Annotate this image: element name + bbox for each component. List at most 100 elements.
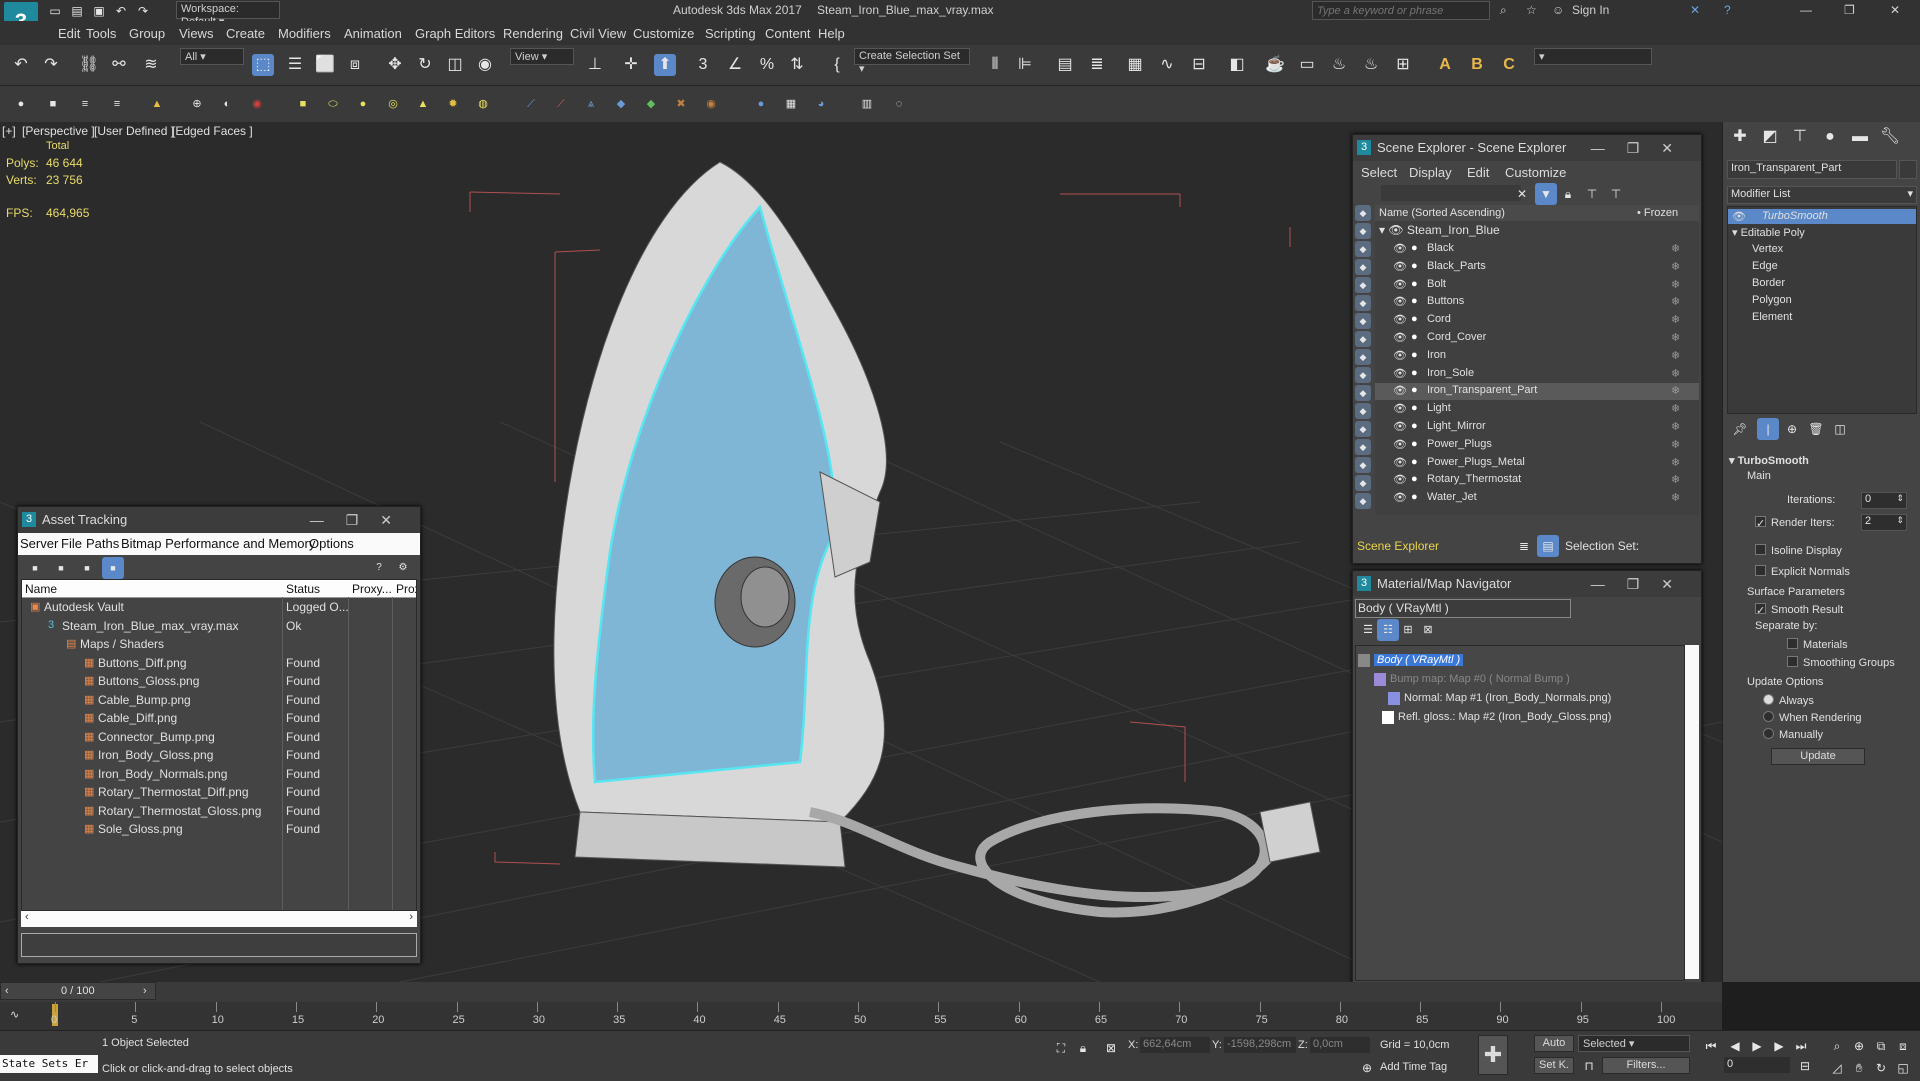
sign-in-link[interactable]: Sign In bbox=[1572, 3, 1609, 17]
eye-icon[interactable]: 👁︎ bbox=[1393, 349, 1407, 362]
x-exchange-icon[interactable]: ✕ bbox=[1690, 3, 1700, 17]
column-prox[interactable]: Prox bbox=[396, 582, 416, 596]
tool-icon-3[interactable]: ≡ bbox=[74, 93, 96, 115]
next-frame-icon[interactable]: › bbox=[143, 985, 147, 997]
stack-item-polygon[interactable]: Polygon bbox=[1752, 294, 1792, 306]
material-tree-scrollbar[interactable] bbox=[1685, 645, 1699, 979]
remove-modifier-icon[interactable]: 🗑︎ bbox=[1805, 418, 1827, 440]
eye-icon[interactable]: 👁︎ bbox=[1393, 278, 1407, 291]
explorer-filter-icon[interactable]: ◆ bbox=[1355, 223, 1371, 239]
key-filter-combo[interactable]: Selected ▾ bbox=[1578, 1035, 1690, 1052]
snaps-toggle-icon[interactable]: 3 bbox=[692, 54, 714, 76]
schematic-view-icon[interactable]: ⊟ bbox=[1188, 54, 1210, 76]
explorer-filter-icon[interactable]: ◆ bbox=[1355, 385, 1371, 401]
time-slider[interactable]: ‹ 0 / 100 › bbox=[0, 982, 156, 1000]
select-object-icon[interactable]: ⬚ bbox=[252, 54, 274, 76]
rendered-frame-icon[interactable]: ▭ bbox=[1296, 54, 1318, 76]
scene-item[interactable]: 👁︎ ● Power_Plugs ❄ bbox=[1375, 437, 1699, 454]
menu-file[interactable]: File bbox=[61, 536, 82, 551]
viewport-label-shading[interactable]: [User Defined ] bbox=[94, 124, 174, 138]
scene-item[interactable]: 👁︎ ● Black_Parts ❄ bbox=[1375, 259, 1699, 276]
object-color-swatch[interactable] bbox=[1899, 160, 1917, 179]
render-grid-icon[interactable]: ⊞ bbox=[1392, 54, 1414, 76]
eye-icon[interactable]: 👁︎ bbox=[1393, 456, 1407, 469]
eye-icon[interactable]: 👁︎ bbox=[1393, 260, 1407, 273]
render-iters-spinner[interactable]: 2 ⇕ bbox=[1861, 514, 1907, 531]
table-row[interactable]: ▣ Autodesk Vault Logged O... bbox=[22, 599, 416, 617]
freeze-icon[interactable]: ❄ bbox=[1671, 260, 1680, 273]
material-tree-item[interactable]: Refl. gloss.: Map #2 (Iron_Body_Gloss.pn… bbox=[1356, 709, 1684, 727]
filters-button[interactable]: Filters... bbox=[1602, 1057, 1690, 1074]
explorer-filter-icon[interactable]: ◆ bbox=[1355, 475, 1371, 491]
edit-named-selection-icon[interactable]: { bbox=[826, 54, 848, 76]
scene-item[interactable]: 👁︎ ● Light_Mirror ❄ bbox=[1375, 419, 1699, 436]
add-time-tag[interactable]: Add Time Tag bbox=[1380, 1061, 1447, 1073]
orbit-icon[interactable]: ↻ bbox=[1870, 1057, 1892, 1079]
menu-tools[interactable]: Tools bbox=[86, 26, 116, 41]
hierarchy-tab-icon[interactable]: ⊤ bbox=[1789, 126, 1811, 148]
fov-icon[interactable]: ◿ bbox=[1826, 1057, 1848, 1079]
select-by-name-icon[interactable]: ☰ bbox=[284, 54, 306, 76]
text-b-icon[interactable]: B bbox=[1466, 54, 1488, 76]
explorer-filter-icon[interactable]: ◆ bbox=[1355, 277, 1371, 293]
text-a-icon[interactable]: A bbox=[1434, 54, 1456, 76]
stack-item-border[interactable]: Border bbox=[1752, 277, 1785, 289]
tool-icon-4[interactable]: ≡ bbox=[106, 93, 128, 115]
eye-icon[interactable]: 👁︎ bbox=[1732, 210, 1746, 223]
stack-item-vertex[interactable]: Vertex bbox=[1752, 243, 1783, 255]
layer-explorer-icon[interactable]: ≣ bbox=[1086, 54, 1108, 76]
eye-icon[interactable]: 👁︎ bbox=[1393, 420, 1407, 433]
column-name[interactable]: Name bbox=[25, 582, 57, 596]
stack-item-element[interactable]: Element bbox=[1752, 311, 1792, 323]
stack-item-editable-poly[interactable]: ▾ Editable Poly bbox=[1732, 226, 1805, 239]
lock-icon[interactable]: 🔒︎ bbox=[1557, 183, 1579, 205]
tool-icon-12[interactable]: ◆ bbox=[610, 93, 632, 115]
table-row[interactable]: ▦ Sole_Gloss.png Found bbox=[22, 821, 416, 839]
small-icons-view-icon[interactable]: ⊞ bbox=[1397, 619, 1419, 641]
find-field[interactable] bbox=[1381, 185, 1521, 201]
geosphere-icon[interactable]: ◍ bbox=[472, 93, 494, 115]
object-name-field[interactable]: Iron_Transparent_Part bbox=[1727, 160, 1897, 179]
update-button[interactable]: Update bbox=[1771, 748, 1865, 765]
viewport-menu-plus[interactable]: [+] bbox=[2, 124, 16, 138]
asset-path-field[interactable] bbox=[21, 933, 417, 957]
scene-item[interactable]: 👁︎ ● Bolt ❄ bbox=[1375, 277, 1699, 294]
scene-root-item[interactable]: ▾ 👁︎ Steam_Iron_Blue bbox=[1379, 223, 1500, 237]
close-icon[interactable]: ✕ bbox=[1890, 3, 1900, 17]
render-iterative-icon[interactable]: ♨ bbox=[1360, 54, 1382, 76]
spinner-snap-icon[interactable]: ⇅ bbox=[786, 54, 808, 76]
explorer-filter-icon[interactable]: ◆ bbox=[1355, 205, 1371, 221]
time-tag-icon[interactable]: ⊕ bbox=[1356, 1057, 1378, 1079]
zoom-icon[interactable]: ⌕ bbox=[1826, 1035, 1848, 1057]
view-icon-1[interactable]: ■ bbox=[24, 557, 46, 579]
ribbon-icon[interactable]: ▦ bbox=[1124, 54, 1146, 76]
place-icon[interactable]: ◉ bbox=[474, 54, 496, 76]
tool-icon-13[interactable]: ◆ bbox=[640, 93, 662, 115]
select-manipulate-icon[interactable]: ✛ bbox=[620, 54, 642, 76]
freeze-icon[interactable]: ❄ bbox=[1671, 313, 1680, 326]
text-c-icon[interactable]: C bbox=[1498, 54, 1520, 76]
tool-icon-7[interactable]: ◐ bbox=[216, 93, 238, 115]
view-icon-4[interactable]: ■ bbox=[102, 557, 124, 579]
stack-item-edge[interactable]: Edge bbox=[1752, 260, 1778, 272]
explorer-filter-icon[interactable]: ◆ bbox=[1355, 439, 1371, 455]
menu-help[interactable]: Help bbox=[818, 26, 845, 41]
light-icon[interactable]: ✹ bbox=[442, 93, 464, 115]
column-proxy[interactable]: Proxy... bbox=[352, 582, 392, 596]
freeze-icon[interactable]: ❄ bbox=[1671, 473, 1680, 486]
align-icon[interactable]: ⊫ bbox=[1014, 54, 1036, 76]
list-icons-view-icon[interactable]: ☷ bbox=[1377, 619, 1399, 641]
move-icon[interactable]: ✥ bbox=[384, 54, 406, 76]
current-frame-field[interactable]: 0 bbox=[1724, 1057, 1790, 1073]
named-selection-combo[interactable]: Create Selection Set ▾ bbox=[854, 48, 970, 75]
eye-icon[interactable]: 👁︎ bbox=[1393, 491, 1407, 504]
asset-tracking-titlebar[interactable]: 3 Asset Tracking —❐✕ bbox=[18, 507, 420, 533]
freeze-icon[interactable]: ❄ bbox=[1671, 349, 1680, 362]
explorer-filter-icon[interactable]: ◆ bbox=[1355, 259, 1371, 275]
material-editor-icon[interactable]: ◧ bbox=[1226, 54, 1248, 76]
utilities-tab-icon[interactable]: 🔧︎ bbox=[1879, 126, 1901, 148]
menu-animation[interactable]: Animation bbox=[344, 26, 402, 41]
maxscript-listener[interactable]: State Sets Er bbox=[0, 1055, 98, 1073]
table-row[interactable]: ▦ Connector_Bump.png Found bbox=[22, 729, 416, 747]
modify-tab-icon[interactable]: ◩ bbox=[1759, 126, 1781, 148]
